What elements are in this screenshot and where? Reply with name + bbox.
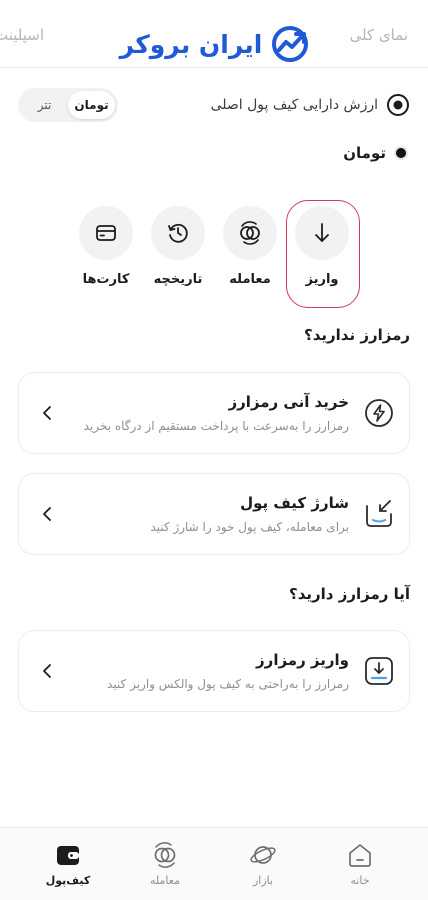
toggle-option-tether[interactable]: تتر xyxy=(21,91,68,119)
section-title-no-crypto: رمزارز ندارید؟ xyxy=(304,326,410,344)
trend-up-icon xyxy=(272,26,309,62)
exchange-icon xyxy=(240,221,260,245)
nav-trade-label: معامله xyxy=(150,874,180,887)
tab-overview[interactable]: نمای کلی xyxy=(349,26,408,44)
chevron-left-icon xyxy=(43,664,51,678)
wallet-charge-card[interactable]: شارژ کیف پول برای معامله، کیف پول خود را… xyxy=(18,473,410,555)
wallet-charge-title: شارژ کیف پول xyxy=(240,494,349,512)
brand-logo: ایران بروکر xyxy=(108,22,322,66)
top-tab-strip: نمای کلی اسپلینت ایران بروکر xyxy=(0,0,428,68)
instant-buy-card[interactable]: خرید آنی رمزارز رمزارز را به‌سرعت با پرد… xyxy=(18,372,410,454)
balance-row: تومان xyxy=(343,144,408,162)
wallet-charge-desc: برای معامله، کیف پول خود را شارژ کنید xyxy=(150,520,349,534)
history-label: تاریخچه xyxy=(153,272,203,287)
nav-home[interactable]: خانه xyxy=(320,840,400,887)
planet-icon xyxy=(250,846,276,864)
asset-label: ارزش دارایی کیف پول اصلی xyxy=(210,97,378,113)
trade-label: معامله xyxy=(229,272,271,287)
instant-buy-title: خرید آنی رمزارز xyxy=(228,393,350,411)
nav-market[interactable]: بازار xyxy=(223,840,303,887)
wallet-charge-icon-wrap xyxy=(361,496,397,532)
logo-text: ایران بروکر xyxy=(119,29,263,59)
history-circle xyxy=(151,206,205,260)
instant-buy-icon-wrap xyxy=(361,395,397,431)
history-button[interactable]: تاریخچه xyxy=(142,200,214,287)
nav-wallet-label: کیف‌پول xyxy=(45,874,91,887)
toggle-option-toman[interactable]: تومان xyxy=(68,91,115,119)
instant-buy-desc: رمزارز را به‌سرعت با پرداخت مستقیم از در… xyxy=(83,419,349,433)
nav-market-label: بازار xyxy=(252,874,274,887)
crypto-deposit-title: واریز رمزارز xyxy=(256,651,349,669)
trade-circle xyxy=(223,206,277,260)
crypto-deposit-desc: رمزارز را به‌راحتی به کیف پول والکس واری… xyxy=(107,677,349,691)
balance-dot xyxy=(394,146,408,160)
deposit-highlight-ring xyxy=(286,200,360,308)
eye-icon[interactable] xyxy=(386,93,410,117)
currency-toggle[interactable]: تتر تومان xyxy=(18,88,118,122)
bottom-navigation: کیف‌پول معامله بازار خانه xyxy=(0,827,428,900)
card-icon xyxy=(96,225,116,241)
nav-trade[interactable]: معامله xyxy=(125,840,205,887)
cards-circle xyxy=(79,206,133,260)
nav-home-label: خانه xyxy=(350,874,370,887)
wallet-icon xyxy=(57,846,79,865)
asset-value-row: تتر تومان ارزش دارایی کیف پول اصلی xyxy=(18,88,410,122)
cards-button[interactable]: کارت‌ها xyxy=(70,200,142,287)
asset-label-group: ارزش دارایی کیف پول اصلی xyxy=(211,88,410,122)
chevron-left-icon xyxy=(43,406,51,420)
cards-label: کارت‌ها xyxy=(82,272,130,287)
download-tray-icon xyxy=(365,657,393,685)
crypto-deposit-icon-wrap xyxy=(361,653,397,689)
section-title-has-crypto: آیا رمزارز دارید؟ xyxy=(289,585,410,603)
exchange-icon xyxy=(154,842,176,868)
tab-secondary[interactable]: اسپلینت xyxy=(0,26,44,44)
home-icon xyxy=(349,844,371,867)
trade-button[interactable]: معامله xyxy=(214,200,286,287)
wallet-charge-icon xyxy=(366,500,392,527)
chevron-left-icon xyxy=(43,507,51,521)
history-icon xyxy=(168,223,188,243)
balance-currency: تومان xyxy=(343,144,386,162)
nav-wallet[interactable]: کیف‌پول xyxy=(28,840,108,887)
crypto-deposit-card[interactable]: واریز رمزارز رمزارز را به‌راحتی به کیف پ… xyxy=(18,630,410,712)
lightning-icon xyxy=(365,399,393,427)
